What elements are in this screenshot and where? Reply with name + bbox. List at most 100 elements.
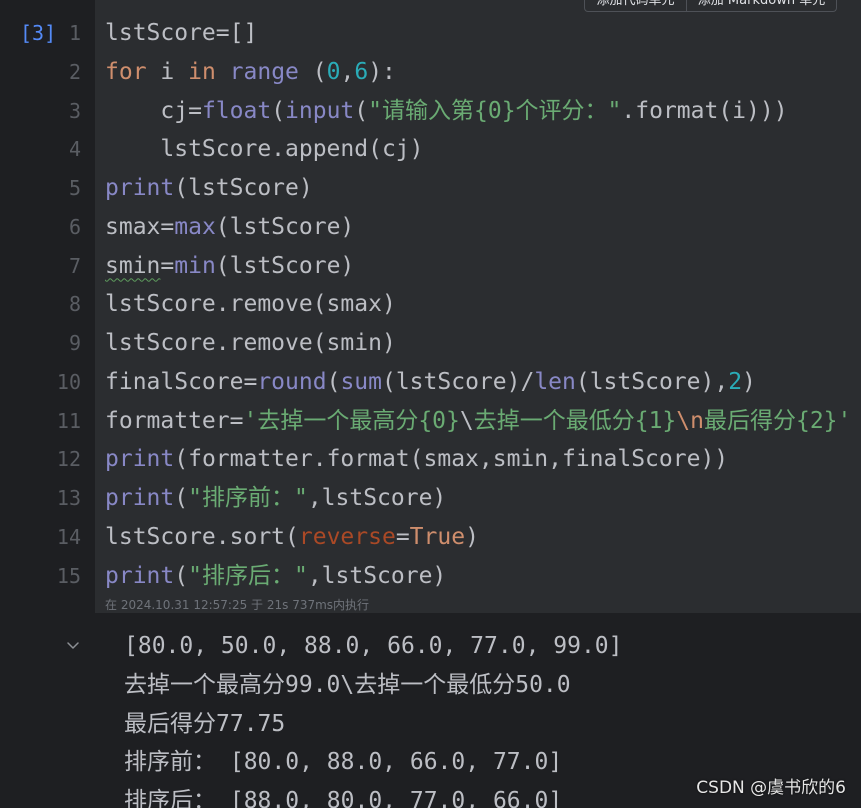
add-markdown-cell-button[interactable]: 添加 Markdown 单元 [686, 0, 836, 11]
code-token: input [285, 97, 355, 124]
code-token: cj= [105, 97, 202, 124]
code-token: formatter= [105, 407, 244, 434]
code-token: lstScore.remove(smax) [105, 291, 396, 318]
output-collapse-toggle[interactable] [66, 641, 80, 651]
line-number: 7 [68, 253, 81, 278]
code-token: ( [174, 485, 189, 511]
code-line[interactable]: smin=min(lstScore) [105, 247, 861, 286]
code-line[interactable]: print("排序后：",lstScore) [105, 557, 861, 596]
code-line[interactable]: formatter='去掉一个最高分{0}\去掉一个最低分{1}\n最后得分{2… [105, 402, 861, 441]
code-token: min [174, 252, 216, 279]
code-token: "请输入第{0}个评分：" [368, 97, 622, 124]
code-line[interactable]: lstScore.remove(smin) [105, 324, 861, 363]
code-token: ( [174, 562, 189, 589]
line-number: 9 [68, 331, 81, 355]
code-token: range [229, 58, 299, 85]
code-token: len [534, 368, 576, 395]
code-token: ( [326, 368, 341, 395]
code-token: lstScore.remove(smin) [105, 330, 396, 356]
code-token: \n [676, 407, 704, 434]
code-line[interactable]: lstScore=[] [105, 14, 861, 53]
code-token: "排序前：" [188, 485, 308, 511]
code-token: (lstScore), [575, 368, 729, 395]
jupyter-notebook-view: 添加代码单元 添加 Markdown 单元 [3] 1 2 3 4 5 6 7 8 9 10 11 1… [0, 0, 861, 808]
code-token: print [105, 175, 175, 201]
line-number: 12 [56, 447, 81, 472]
code-line[interactable]: for i in range (0,6): [105, 53, 861, 92]
code-token: float [201, 97, 272, 124]
code-line[interactable]: lstScore.remove(smax) [105, 285, 861, 324]
line-number: 10 [56, 369, 81, 394]
code-token: = [160, 252, 175, 279]
code-token: 最后得分{2}' [703, 407, 852, 434]
line-number: 3 [68, 98, 81, 123]
code-token: (lstScore) [215, 213, 355, 240]
code-token: , [340, 58, 355, 85]
code-token: in [188, 58, 216, 85]
code-line[interactable]: smax=max(lstScore) [105, 208, 861, 247]
output-line: [80.0, 50.0, 88.0, 66.0, 77.0, 99.0] [124, 633, 623, 659]
code-token: print [105, 485, 175, 511]
line-number: 1 [68, 21, 81, 45]
code-line[interactable]: lstScore.append(cj) [105, 130, 861, 169]
code-line[interactable]: lstScore.sort(reverse=True) [105, 518, 861, 557]
code-token: 2 [728, 368, 743, 395]
code-line[interactable]: print(formatter.format(smax,smin,finalSc… [105, 440, 861, 479]
code-token: ) [465, 523, 479, 550]
line-number: 14 [56, 524, 81, 549]
line-number: 13 [56, 486, 81, 510]
code-editor[interactable]: lstScore=[] for i in range (0,6): cj=floa… [105, 14, 861, 595]
code-token: (lstScore) [174, 175, 313, 201]
code-line[interactable]: finalScore=round(sum(lstScore)/len(lstSc… [105, 363, 861, 402]
watermark: CSDN @虞书欣的6 [696, 778, 846, 798]
code-token: (lstScore)/ [381, 368, 535, 395]
code-token: ): [368, 58, 396, 85]
line-number: 2 [68, 59, 81, 84]
line-number: 5 [68, 176, 81, 200]
add-code-cell-button[interactable]: 添加代码单元 [585, 0, 686, 11]
line-number: 4 [68, 137, 81, 162]
line-number-gutter: 1 2 3 4 5 6 7 8 9 10 11 12 13 14 15 [40, 14, 81, 595]
code-token: finalScore= [105, 368, 258, 395]
code-token: print [105, 562, 175, 589]
code-token: smin [105, 252, 161, 279]
code-token: (formatter.format(smax,smin,finalScore)) [174, 446, 729, 473]
code-token: i [146, 58, 189, 85]
code-token: (lstScore) [215, 252, 355, 279]
code-token: ( [354, 97, 369, 124]
code-token: smax= [105, 213, 175, 240]
code-token: lstScore.sort( [105, 523, 299, 550]
code-token: ,lstScore) [307, 485, 447, 511]
code-token: '去掉一个最高分{0} [243, 407, 460, 434]
code-line[interactable]: print("排序前：",lstScore) [105, 479, 861, 518]
code-token: lstScore.append(cj) [105, 136, 424, 163]
code-token: print [105, 446, 175, 473]
add-cell-toolbar: 添加代码单元 添加 Markdown 单元 [584, 0, 837, 12]
line-number: 15 [56, 563, 81, 588]
chevron-down-icon [67, 642, 79, 649]
code-token: 去掉一个最低分{1} [473, 407, 677, 434]
code-token: .format(i))) [621, 97, 788, 124]
code-token: max [174, 213, 216, 240]
code-token: for [105, 58, 147, 85]
line-number: 8 [68, 292, 81, 317]
output-line: 去掉一个最高分99.0\去掉一个最低分50.0 [124, 671, 571, 698]
code-token: ( [298, 58, 327, 85]
execution-info: 在 2024.10.31 12:57:25 于 21s 737ms内执行 [105, 598, 370, 612]
code-line[interactable]: print(lstScore) [105, 169, 861, 208]
code-token: ,lstScore) [307, 562, 447, 589]
output-line: 最后得分77.75 [124, 710, 286, 737]
code-token: reverse [298, 523, 396, 550]
add-markdown-cell-label: 添加 Markdown 单元 [697, 0, 826, 8]
code-token: lstScore=[] [105, 20, 258, 46]
code-token: = [395, 523, 410, 550]
code-token: ( [271, 97, 286, 124]
code-token: ) [742, 368, 756, 395]
code-line[interactable]: cj=float(input("请输入第{0}个评分：".format(i))) [105, 92, 861, 131]
code-token: round [257, 368, 327, 395]
line-number: 6 [68, 214, 81, 239]
code-token: True [409, 523, 466, 550]
code-token: \ [459, 407, 474, 434]
add-code-cell-label: 添加代码单元 [596, 0, 675, 8]
